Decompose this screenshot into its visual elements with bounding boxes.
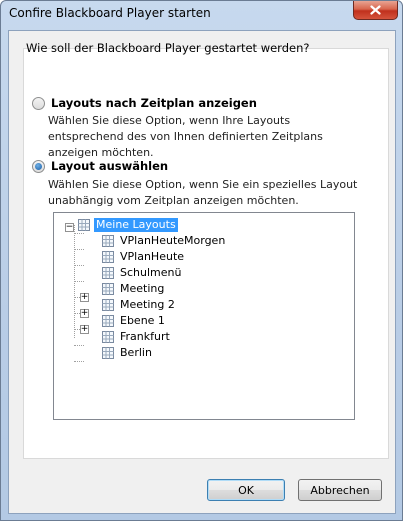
tree-item[interactable]: VPlanHeute: [101, 249, 186, 265]
radio-label[interactable]: Layouts nach Zeitplan anzeigen: [51, 96, 257, 110]
tree-item[interactable]: Frankfurt: [101, 329, 172, 345]
layout-grid-icon: [78, 219, 90, 231]
cancel-button[interactable]: Abbrechen: [298, 479, 382, 501]
tree-item[interactable]: Berlin: [101, 345, 154, 361]
layout-grid-icon: [102, 267, 114, 279]
question-text: Wie soll der Blackboard Player gestartet…: [26, 41, 310, 55]
layout-grid-icon: [102, 251, 114, 263]
radio-button[interactable]: [32, 96, 45, 110]
dialog-window: Confire Blackboard Player starten Wie so…: [0, 0, 403, 521]
layout-grid-icon: [102, 331, 114, 343]
radio-button[interactable]: [32, 159, 45, 173]
layout-tree[interactable]: − Meine Layouts VPlanHeuteMorgen VPlanHe…: [53, 212, 355, 420]
tree-item-label[interactable]: Schulmenü: [118, 266, 183, 280]
tree-item-label[interactable]: Meeting 2: [118, 298, 177, 312]
tree-item-label[interactable]: Ebene 1: [118, 314, 167, 328]
tree-item[interactable]: Meeting: [101, 281, 166, 297]
tree-root-item[interactable]: Meine Layouts: [77, 217, 178, 233]
option-description: Wählen Sie diese Option, wenn Ihre Layou…: [48, 114, 323, 159]
tree-line: [74, 265, 84, 266]
tree-item-label[interactable]: Meine Layouts: [94, 218, 178, 232]
radio-schedule[interactable]: Layouts nach Zeitplan anzeigen: [32, 96, 257, 110]
collapse-toggle[interactable]: −: [65, 223, 74, 232]
tree-item[interactable]: Meeting 2: [101, 297, 177, 313]
window-title: Confire Blackboard Player starten: [9, 6, 211, 20]
ok-button[interactable]: OK: [207, 479, 285, 501]
title-bar[interactable]: Confire Blackboard Player starten: [1, 1, 402, 25]
tree-item-label[interactable]: Frankfurt: [118, 330, 172, 344]
expand-toggle[interactable]: +: [80, 309, 89, 318]
expand-toggle[interactable]: +: [80, 293, 89, 302]
tree-item-label[interactable]: VPlanHeuteMorgen: [118, 234, 227, 248]
tree-item-label[interactable]: VPlanHeute: [118, 250, 186, 264]
tree-item[interactable]: VPlanHeuteMorgen: [101, 233, 227, 249]
radio-label[interactable]: Layout auswählen: [51, 159, 168, 173]
tree-line: [74, 233, 84, 234]
tree-item-label[interactable]: Berlin: [118, 346, 154, 360]
tree-item[interactable]: Schulmenü: [101, 265, 183, 281]
tree-item-label[interactable]: Meeting: [118, 282, 166, 296]
expand-toggle[interactable]: +: [80, 325, 89, 334]
tree-line: [74, 345, 84, 346]
tree-line: [74, 361, 84, 362]
layout-grid-icon: [102, 347, 114, 359]
tree-line: [74, 281, 84, 282]
option-description: Wählen Sie diese Option, wenn Sie ein sp…: [48, 178, 358, 207]
layout-grid-icon: [102, 235, 114, 247]
layout-grid-icon: [102, 299, 114, 311]
tree-item[interactable]: Ebene 1: [101, 313, 167, 329]
close-button[interactable]: [353, 1, 398, 20]
radio-select-layout[interactable]: Layout auswählen: [32, 159, 168, 173]
layout-grid-icon: [102, 283, 114, 295]
close-icon: [370, 5, 381, 15]
layout-grid-icon: [102, 315, 114, 327]
tree-line: [74, 249, 84, 250]
